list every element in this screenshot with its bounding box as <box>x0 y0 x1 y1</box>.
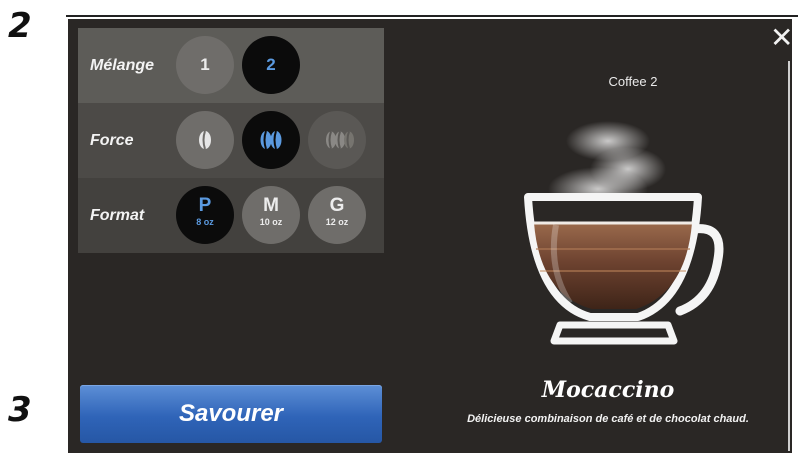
format-option-p[interactable]: P 8 oz <box>176 186 234 244</box>
drink-name: Mocaccino <box>541 377 675 403</box>
options-panel: Mélange 1 2 Force Format P 8 oz M 10 oz … <box>78 28 384 253</box>
coffee-cup-illustration <box>524 121 724 345</box>
melange-option-2[interactable]: 2 <box>242 36 300 94</box>
format-option-g-letter: G <box>329 195 345 216</box>
format-label: Format <box>90 207 145 224</box>
force-label: Force <box>90 132 134 149</box>
format-option-m-letter: M <box>263 195 279 216</box>
format-row: Format P 8 oz M 10 oz G 12 oz <box>78 178 384 253</box>
melange-option-1-label: 1 <box>200 55 210 74</box>
top-rule <box>66 15 798 17</box>
format-option-p-letter: P <box>198 195 212 216</box>
savourer-button[interactable]: Savourer <box>80 385 382 443</box>
brand-label: Coffee 2 <box>608 74 658 89</box>
force-option-1[interactable] <box>176 111 234 169</box>
coffee-beans-icon <box>260 130 282 150</box>
close-icon[interactable]: ✕ <box>770 24 792 52</box>
step-number-3: 3 <box>8 390 32 430</box>
drink-description: Délicieuse combinaison de café et de cho… <box>467 413 749 425</box>
format-option-g[interactable]: G 12 oz <box>308 186 366 244</box>
melange-option-1[interactable]: 1 <box>176 36 234 94</box>
melange-label: Mélange <box>90 57 155 74</box>
format-option-m-size: 10 oz <box>259 217 283 227</box>
force-row: Force <box>78 103 384 178</box>
format-option-g-size: 12 oz <box>325 217 349 227</box>
coffee-beans-strong-icon <box>326 131 354 149</box>
format-option-m[interactable]: M 10 oz <box>242 186 300 244</box>
force-option-2[interactable] <box>242 111 300 169</box>
format-option-p-size: 8 oz <box>196 217 214 227</box>
machine-screen: ✕ Mélange 1 2 Force Format P 8 oz M 10 o… <box>68 19 792 453</box>
melange-row: Mélange 1 2 <box>78 28 384 103</box>
scrollbar[interactable] <box>788 61 790 451</box>
step-number-2: 2 <box>8 6 32 46</box>
force-option-3[interactable] <box>308 111 366 169</box>
melange-option-2-label: 2 <box>266 55 276 74</box>
coffee-bean-icon <box>199 130 211 150</box>
